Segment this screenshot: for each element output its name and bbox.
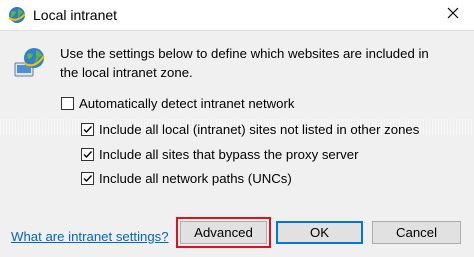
bypass-proxy-checkbox[interactable] bbox=[81, 148, 94, 161]
description-line-1: Use the settings below to define which w… bbox=[60, 46, 429, 61]
checkmark-icon bbox=[83, 151, 93, 159]
intranet-globe-icon bbox=[12, 45, 46, 79]
title-bar: Local intranet bbox=[0, 0, 474, 31]
auto-detect-checkbox[interactable] bbox=[61, 97, 74, 110]
option-include-local-sites[interactable]: Include all local (intranet) sites not l… bbox=[81, 122, 419, 137]
include-local-sites-checkbox[interactable] bbox=[81, 123, 94, 136]
description-line-2: the local intranet zone. bbox=[60, 65, 193, 80]
cancel-button[interactable]: Cancel bbox=[372, 221, 461, 244]
option-label: Include all sites that bypass the proxy … bbox=[99, 147, 359, 162]
option-label: Include all network paths (UNCs) bbox=[99, 171, 292, 186]
option-label: Automatically detect intranet network bbox=[79, 96, 295, 111]
globe-icon bbox=[7, 5, 27, 25]
option-bypass-proxy[interactable]: Include all sites that bypass the proxy … bbox=[81, 147, 358, 162]
local-intranet-dialog: Local intranet Use the settings below to… bbox=[0, 0, 474, 257]
intranet-settings-help-link[interactable]: What are intranet settings? bbox=[11, 229, 169, 244]
checkmark-icon bbox=[83, 126, 93, 134]
checkmark-icon bbox=[83, 175, 93, 183]
network-paths-checkbox[interactable] bbox=[81, 172, 94, 185]
option-auto-detect[interactable]: Automatically detect intranet network bbox=[61, 96, 295, 111]
window-title: Local intranet bbox=[33, 7, 118, 23]
advanced-button[interactable]: Advanced bbox=[176, 217, 271, 248]
close-button[interactable] bbox=[440, 3, 466, 27]
description: Use the settings below to define which w… bbox=[60, 44, 460, 82]
ok-button[interactable]: OK bbox=[276, 221, 363, 244]
close-icon bbox=[447, 6, 459, 24]
option-network-paths[interactable]: Include all network paths (UNCs) bbox=[81, 171, 292, 186]
option-label: Include all local (intranet) sites not l… bbox=[99, 122, 420, 137]
